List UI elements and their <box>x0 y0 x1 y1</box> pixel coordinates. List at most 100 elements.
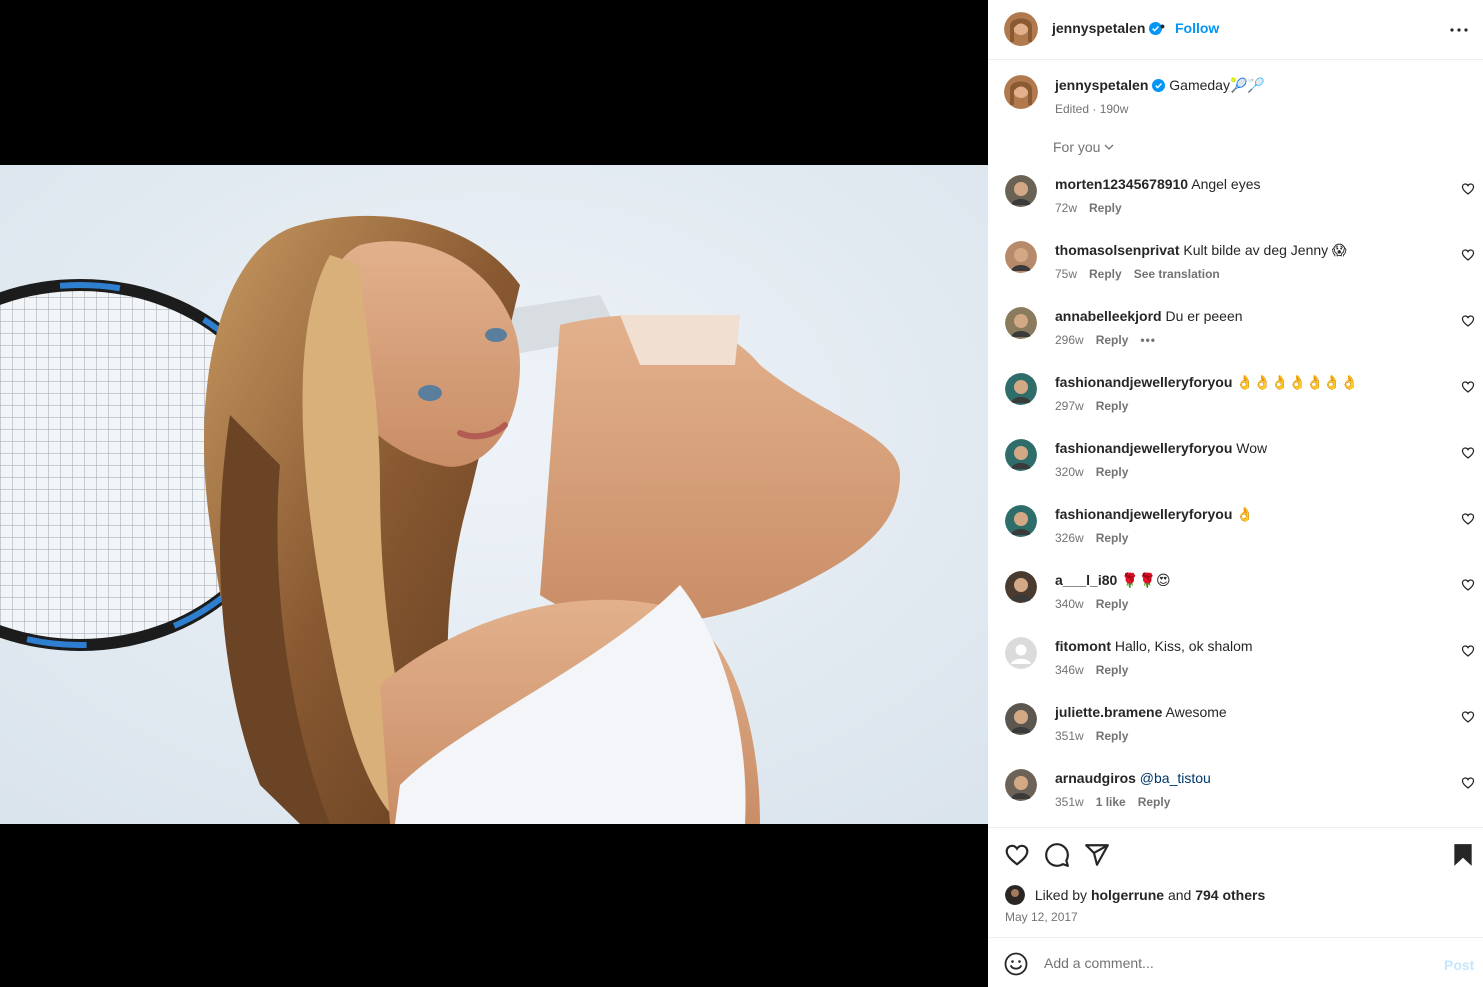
comment-line: a___l_i80 🌹🌹😍 <box>1055 572 1171 589</box>
liker-avatar[interactable] <box>1005 885 1025 905</box>
reply-button[interactable]: Reply <box>1089 267 1122 281</box>
author-username[interactable]: jennyspetalen <box>1052 20 1163 36</box>
comment-age[interactable]: 296w <box>1055 333 1084 347</box>
commenter-avatar[interactable] <box>1005 769 1037 801</box>
comment-row: annabelleekjord Du er peeen 296w Reply ••• <box>988 303 1483 369</box>
liker-username[interactable]: holgerrune <box>1091 887 1164 903</box>
comment-row: juliette.bramene Awesome 351w Reply <box>988 699 1483 765</box>
comment-line: fitomont Hallo, Kiss, ok shalom <box>1055 638 1253 654</box>
commenter-username[interactable]: morten12345678910 <box>1055 176 1188 192</box>
comment-text: Du er peeen <box>1165 308 1243 324</box>
commenter-username[interactable]: a___l_i80 <box>1055 572 1117 588</box>
heart-icon[interactable] <box>1461 776 1475 790</box>
commenter-avatar[interactable] <box>1005 307 1037 339</box>
commenter-username[interactable]: arnaudgiros <box>1055 770 1136 786</box>
comment-meta: 340w Reply <box>1055 597 1140 611</box>
comment-row: fashionandjewelleryforyou Wow 320w Reply <box>988 435 1483 501</box>
heart-icon[interactable] <box>1461 578 1475 592</box>
commenter-avatar[interactable] <box>1005 703 1037 735</box>
comment-sort-dropdown[interactable]: For you <box>1053 139 1115 155</box>
reply-button[interactable]: Reply <box>1089 201 1122 215</box>
comment-meta: 75w Reply See translation <box>1055 267 1232 281</box>
likes-others-link[interactable]: 794 others <box>1195 887 1265 903</box>
caption-meta: Edited · 190w <box>1055 102 1129 116</box>
heart-icon[interactable] <box>1461 644 1475 658</box>
comment-age[interactable]: 297w <box>1055 399 1084 413</box>
comment-text[interactable]: @ba_tistou <box>1140 770 1211 786</box>
comment-meta: 326w Reply <box>1055 531 1140 545</box>
commenter-avatar[interactable] <box>1005 241 1037 273</box>
heart-icon[interactable] <box>1461 446 1475 460</box>
comment-text: 👌👌👌👌👌👌👌 <box>1236 374 1359 390</box>
comment-text: Angel eyes <box>1191 176 1261 192</box>
post-photo[interactable] <box>0 165 988 824</box>
comment-likes-count[interactable]: 1 like <box>1096 795 1126 809</box>
commenter-username[interactable]: annabelleekjord <box>1055 308 1162 324</box>
see-translation-button[interactable]: See translation <box>1134 267 1220 281</box>
heart-icon[interactable] <box>1461 512 1475 526</box>
comment-row: a___l_i80 🌹🌹😍 340w Reply <box>988 567 1483 633</box>
comment-age[interactable]: 320w <box>1055 465 1084 479</box>
comment-age[interactable]: 351w <box>1055 795 1084 809</box>
comment-meta: 351w 1 like Reply <box>1055 795 1182 809</box>
comment-meta: 320w Reply <box>1055 465 1140 479</box>
reply-button[interactable]: Reply <box>1096 399 1129 413</box>
more-horizontal-icon[interactable] <box>1447 18 1471 42</box>
comment-line: fashionandjewelleryforyou Wow <box>1055 440 1267 456</box>
comment-age[interactable]: 72w <box>1055 201 1077 215</box>
reply-button[interactable]: Reply <box>1138 795 1171 809</box>
heart-icon[interactable] <box>1461 182 1475 196</box>
comment-options-icon[interactable]: ••• <box>1140 333 1156 347</box>
comment-row: fashionandjewelleryforyou 👌👌👌👌👌👌👌 297w Rep… <box>988 369 1483 435</box>
commenter-avatar[interactable] <box>1005 175 1037 207</box>
share-icon[interactable] <box>1084 842 1110 868</box>
caption-username[interactable]: jennyspetalen <box>1055 77 1148 93</box>
comment-text: Wow <box>1236 440 1268 456</box>
comment-age[interactable]: 351w <box>1055 729 1084 743</box>
comment-age[interactable]: 75w <box>1055 267 1077 281</box>
reply-button[interactable]: Reply <box>1096 333 1129 347</box>
reply-button[interactable]: Reply <box>1096 597 1129 611</box>
post-comment-button[interactable]: Post <box>1444 957 1474 973</box>
commenter-username[interactable]: fashionandjewelleryforyou <box>1055 374 1232 390</box>
comment-line: arnaudgiros @ba_tistou <box>1055 770 1211 786</box>
post-date[interactable]: May 12, 2017 <box>1005 910 1078 924</box>
commenter-username[interactable]: fashionandjewelleryforyou <box>1055 440 1232 456</box>
author-username-text[interactable]: jennyspetalen <box>1052 20 1145 36</box>
reply-button[interactable]: Reply <box>1096 729 1129 743</box>
commenter-avatar[interactable] <box>1005 571 1037 603</box>
heart-icon[interactable] <box>1004 842 1030 868</box>
reply-button[interactable]: Reply <box>1096 663 1129 677</box>
commenter-avatar[interactable] <box>1005 439 1037 471</box>
commenter-avatar[interactable] <box>1005 637 1037 669</box>
commenter-avatar[interactable] <box>1005 505 1037 537</box>
heart-icon[interactable] <box>1461 710 1475 724</box>
comment-text: 🌹🌹😍 <box>1121 572 1171 588</box>
comment-input[interactable] <box>1044 950 1414 976</box>
bookmark-icon[interactable] <box>1450 842 1476 868</box>
comment-age[interactable]: 326w <box>1055 531 1084 545</box>
heart-icon[interactable] <box>1461 248 1475 262</box>
verified-badge-icon <box>1152 79 1166 92</box>
comment-age[interactable]: 340w <box>1055 597 1084 611</box>
comment-icon[interactable] <box>1044 842 1070 868</box>
commenter-username[interactable]: fashionandjewelleryforyou <box>1055 506 1232 522</box>
reply-button[interactable]: Reply <box>1096 531 1129 545</box>
follow-button[interactable]: Follow <box>1175 20 1219 36</box>
heart-icon[interactable] <box>1461 314 1475 328</box>
comment-line: juliette.bramene Awesome <box>1055 704 1227 720</box>
comment-line: fashionandjewelleryforyou 👌👌👌👌👌👌👌 <box>1055 374 1358 391</box>
caption-author-avatar[interactable] <box>1004 75 1038 109</box>
reply-button[interactable]: Reply <box>1096 465 1129 479</box>
commenter-username[interactable]: fitomont <box>1055 638 1111 654</box>
commenter-avatar[interactable] <box>1005 373 1037 405</box>
comment-line: morten12345678910 Angel eyes <box>1055 176 1261 192</box>
emoji-icon[interactable] <box>1004 952 1028 976</box>
comment-age[interactable]: 346w <box>1055 663 1084 677</box>
commenter-username[interactable]: juliette.bramene <box>1055 704 1162 720</box>
comment-row: fashionandjewelleryforyou 👌 326w Reply <box>988 501 1483 567</box>
commenter-username[interactable]: thomasolsenprivat <box>1055 242 1179 258</box>
author-avatar[interactable] <box>1004 12 1038 46</box>
likes-summary: Liked by holgerrune and 794 others <box>1005 885 1265 905</box>
heart-icon[interactable] <box>1461 380 1475 394</box>
